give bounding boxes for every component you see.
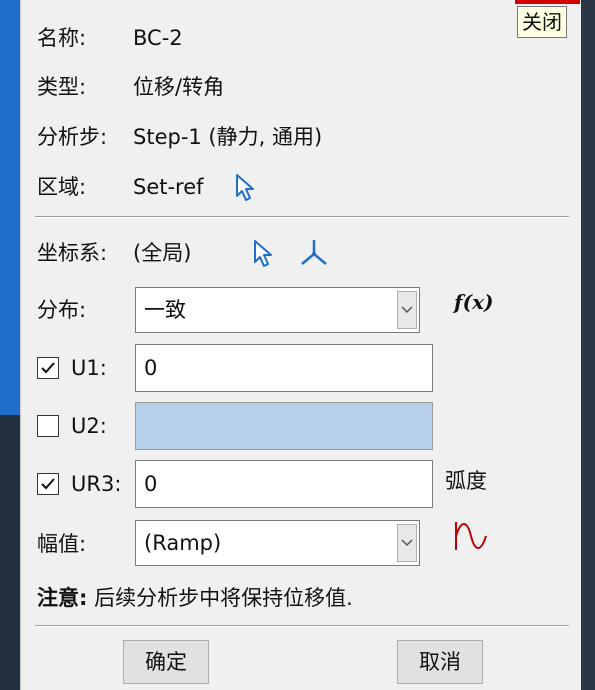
window-close-highlight <box>515 0 580 4</box>
ur3-input[interactable] <box>135 460 433 508</box>
csys-value: (全局) <box>133 241 192 265</box>
amplitude-selected: (Ramp) <box>144 531 222 555</box>
cancel-button[interactable]: 取消 <box>397 640 483 684</box>
name-label: 名称: <box>37 26 87 50</box>
step-value: Step-1 (静力, 通用) <box>133 125 323 149</box>
separator-top <box>35 216 569 218</box>
close-tooltip: 关闭 <box>517 6 567 38</box>
csys-label: 坐标系: <box>37 241 108 265</box>
type-value: 位移/转角 <box>133 75 225 99</box>
ok-button[interactable]: 确定 <box>123 640 209 684</box>
create-analytical-field-button[interactable]: f(x) <box>454 290 493 314</box>
ur3-unit-label: 弧度 <box>445 469 487 493</box>
u2-label: U2: <box>71 414 107 438</box>
type-label: 类型: <box>37 75 87 99</box>
edit-region-arrow-icon[interactable] <box>233 172 259 202</box>
region-value: Set-ref <box>133 175 204 199</box>
amplitude-label: 幅值: <box>37 532 87 556</box>
edit-csys-arrow-icon[interactable] <box>251 238 277 268</box>
separator-bottom <box>35 625 569 627</box>
u2-checkbox[interactable] <box>37 415 59 437</box>
distribution-select[interactable]: 一致 <box>135 287 420 333</box>
note-line: 注意: 后续分析步中将保持位移值. <box>37 585 353 611</box>
amplitude-select[interactable]: (Ramp) <box>135 520 420 566</box>
distribution-label: 分布: <box>37 298 87 322</box>
u1-label: U1: <box>71 356 107 380</box>
region-label: 区域: <box>37 175 87 199</box>
u2-input <box>135 402 433 450</box>
chevron-down-icon[interactable] <box>397 291 417 329</box>
ur3-label: UR3: <box>71 472 122 496</box>
ur3-checkbox[interactable] <box>37 473 59 495</box>
name-value: BC-2 <box>133 26 183 50</box>
create-csys-axes-icon[interactable] <box>297 236 331 270</box>
note-text: 后续分析步中将保持位移值. <box>94 586 353 610</box>
u1-input[interactable] <box>135 344 433 392</box>
note-heading: 注意: <box>37 586 88 610</box>
step-label: 分析步: <box>37 125 108 149</box>
edit-boundary-condition-dialog: 关闭 名称: BC-2 类型: 位移/转角 分析步: Step-1 (静力, 通… <box>20 0 581 690</box>
chevron-down-icon[interactable] <box>397 524 417 562</box>
distribution-selected: 一致 <box>144 298 186 322</box>
u1-checkbox[interactable] <box>37 357 59 379</box>
create-amplitude-wave-icon[interactable] <box>453 518 489 554</box>
